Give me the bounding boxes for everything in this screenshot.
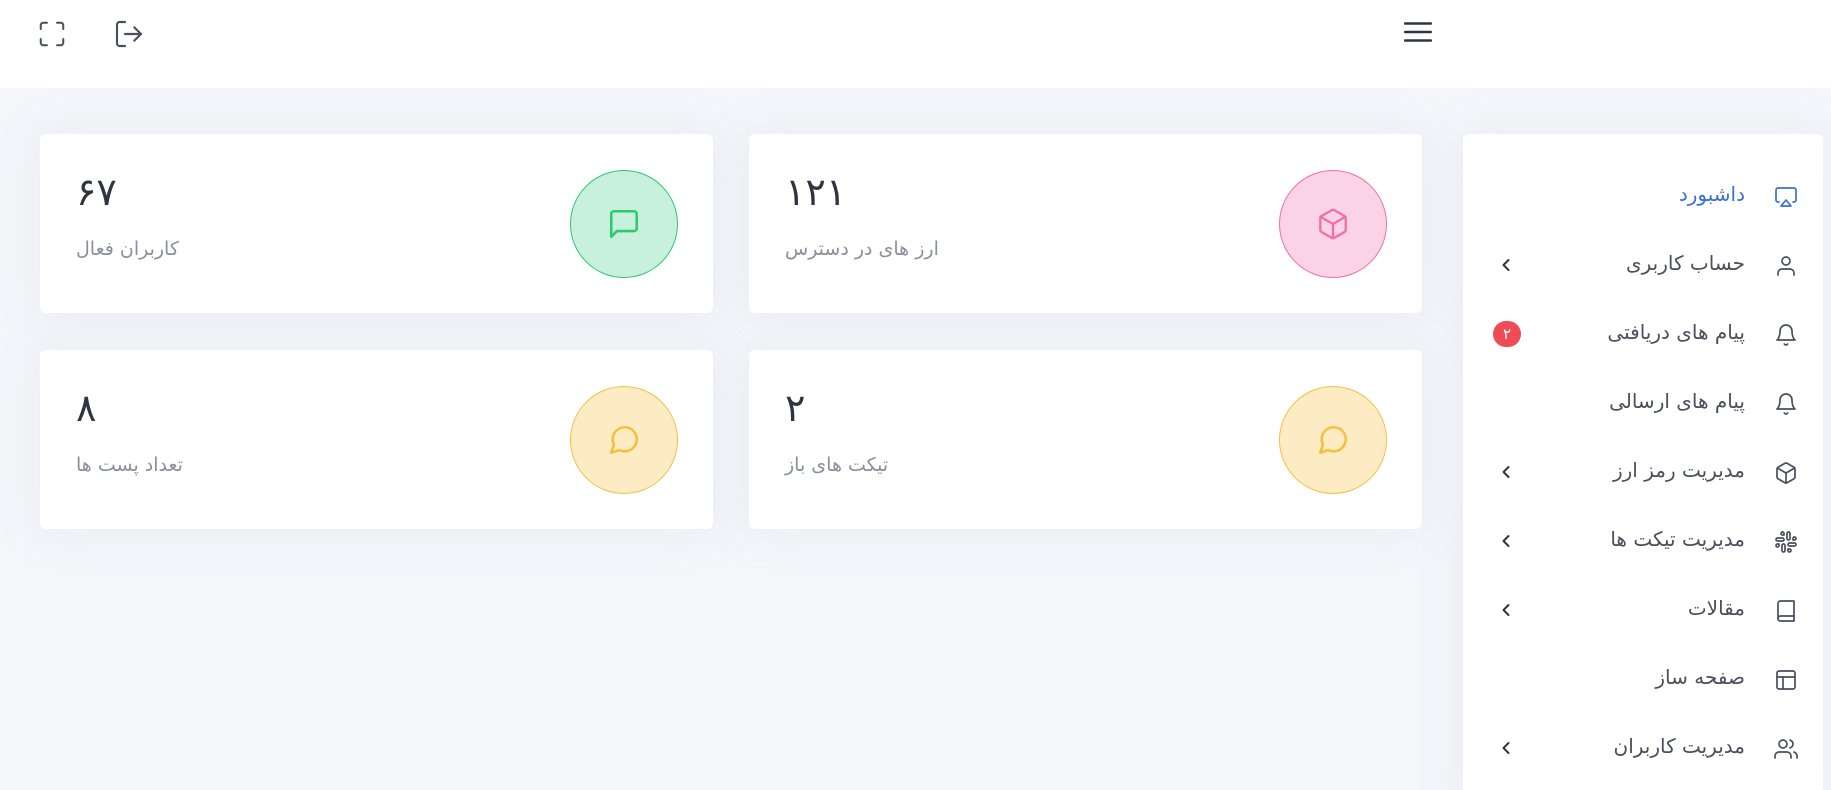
sidebar-item-label: مدیریت کاربران xyxy=(1613,734,1746,758)
top-navbar xyxy=(0,0,1831,88)
cube-icon xyxy=(1279,170,1387,278)
fullscreen-icon[interactable] xyxy=(34,16,70,52)
chevron-left-icon xyxy=(1502,466,1510,478)
sidebar-item-inbox[interactable]: پیام های دریافتی ۲ xyxy=(1463,306,1823,362)
layout-icon xyxy=(1773,667,1799,693)
message-circle-icon xyxy=(1279,386,1387,494)
sidebar-item-users[interactable]: مدیریت کاربران xyxy=(1463,720,1823,776)
stat-label: کاربران فعال xyxy=(76,238,179,260)
stat-card-open-tickets: ۲ تیکت های باز xyxy=(749,350,1422,529)
stat-label: تعداد پست ها xyxy=(76,454,183,476)
sidebar-item-tickets[interactable]: مدیریت تیکت ها xyxy=(1463,513,1823,569)
stat-card-active-users: ۶۷ کاربران فعال xyxy=(40,134,713,313)
sidebar-item-label: مدیریت تیکت ها xyxy=(1610,527,1745,551)
sidebar-item-articles[interactable]: مقالات xyxy=(1463,582,1823,638)
sidebar: داشبورد حساب کاربری پیام های دریافتی ۲ پ… xyxy=(1463,134,1823,790)
stat-card-currencies: ۱۲۱ ارز های در دسترس xyxy=(749,134,1422,313)
stat-card-posts: ۸ تعداد پست ها xyxy=(40,350,713,529)
stat-value: ۶۷ xyxy=(76,170,117,214)
stat-label: ارز های در دسترس xyxy=(785,238,939,260)
chevron-left-icon xyxy=(1502,604,1510,616)
stat-value: ۸ xyxy=(76,386,97,430)
stat-value: ۱۲۱ xyxy=(785,170,847,214)
chevron-left-icon xyxy=(1502,259,1510,271)
sidebar-item-label: حساب کاربری xyxy=(1625,251,1745,275)
message-circle-icon xyxy=(570,386,678,494)
cube-icon xyxy=(1773,460,1799,486)
sidebar-item-crypto[interactable]: مدیریت رمز ارز xyxy=(1463,444,1823,500)
book-icon xyxy=(1773,598,1799,624)
sidebar-item-sent[interactable]: پیام های ارسالی xyxy=(1463,375,1823,431)
user-icon xyxy=(1773,253,1799,279)
users-icon xyxy=(1773,736,1799,762)
sidebar-item-label: پیام های دریافتی xyxy=(1607,320,1745,344)
chevron-left-icon xyxy=(1502,535,1510,547)
sidebar-item-label: پیام های ارسالی xyxy=(1609,389,1745,413)
hamburger-menu-icon[interactable] xyxy=(1400,14,1436,50)
bell-icon xyxy=(1773,391,1799,417)
message-square-icon xyxy=(570,170,678,278)
notification-badge: ۲ xyxy=(1493,321,1521,347)
sidebar-item-account[interactable]: حساب کاربری xyxy=(1463,237,1823,293)
chevron-left-icon xyxy=(1502,742,1510,754)
sidebar-item-label: مقالات xyxy=(1687,596,1745,620)
sidebar-item-label: داشبورد xyxy=(1678,182,1745,206)
bell-icon xyxy=(1773,322,1799,348)
sidebar-item-page-builder[interactable]: صفحه ساز xyxy=(1463,651,1823,707)
airplay-icon xyxy=(1773,184,1799,210)
sidebar-item-label: صفحه ساز xyxy=(1655,665,1745,689)
logout-icon[interactable] xyxy=(111,16,147,52)
stat-value: ۲ xyxy=(785,386,806,430)
stat-label: تیکت های باز xyxy=(785,454,889,476)
sidebar-item-label: مدیریت رمز ارز xyxy=(1612,458,1745,482)
sidebar-item-dashboard[interactable]: داشبورد xyxy=(1463,168,1823,224)
slack-icon xyxy=(1773,529,1799,555)
